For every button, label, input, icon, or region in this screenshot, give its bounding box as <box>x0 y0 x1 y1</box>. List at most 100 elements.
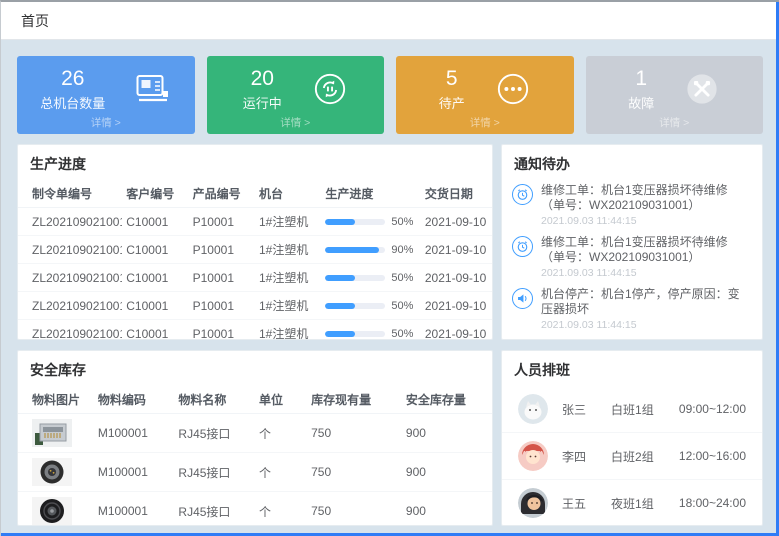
product-no: P10001 <box>189 292 255 320</box>
staff-schedule-panel: 人员排班 张三 白班1组 09:00~12:00 李四 白班2组 12:00~1… <box>501 350 763 526</box>
machine-name: 1#注塑机 <box>255 264 321 292</box>
stock-table: 物料图片 物料编码 物料名称 单位 库存现有量 安全库存量 M100001 <box>18 386 492 526</box>
col-header: 单位 <box>255 386 307 414</box>
circular-connector-photo-image <box>32 458 72 486</box>
col-header: 客户编号 <box>122 180 188 208</box>
table-row[interactable]: M100001 RJ45接口 个 750 900 <box>18 492 492 527</box>
card-label: 故障 <box>628 93 654 112</box>
delivery-date: 2021-09-10 <box>421 236 492 264</box>
schedule-row[interactable]: 李四 白班2组 12:00~16:00 <box>502 433 762 480</box>
alarm-clock-icon <box>512 184 533 205</box>
progress-bar <box>325 247 385 253</box>
page-title[interactable]: 首页 <box>21 11 49 31</box>
progress-bar <box>325 275 385 281</box>
table-row[interactable]: M100001 RJ45接口 个 750 900 <box>18 453 492 492</box>
staff-time: 09:00~12:00 <box>679 402 746 416</box>
card-running[interactable]: 20 运行中 详情 > <box>207 56 385 134</box>
card-fault[interactable]: 1 故障 详情 > <box>586 56 764 134</box>
progress-bar <box>325 219 385 225</box>
card-text: 20 运行中 <box>243 67 282 112</box>
stock-safety: 900 <box>402 414 492 453</box>
staff-shift: 白班1组 <box>611 401 679 418</box>
notice-text: 计划暂停：机台1生产计划已暂停 <box>541 339 716 340</box>
table-row[interactable]: ZL202109021001 C10001 P10001 1#注塑机 50% 2… <box>18 208 492 236</box>
stock-current: 750 <box>307 414 402 453</box>
order-no: ZL202109021001 <box>18 236 122 264</box>
table-row[interactable]: M100001 RJ45接口 个 750 900 <box>18 414 492 453</box>
safety-stock-panel: 安全库存 物料图片 物料编码 物料名称 单位 库存现有量 安全库存量 <box>17 350 493 526</box>
material-name: RJ45接口 <box>174 453 255 492</box>
material-name: RJ45接口 <box>174 414 255 453</box>
notice-time: 2021.09.03 11:44:15 <box>541 319 750 332</box>
delivery-date: 2021-09-10 <box>421 208 492 236</box>
card-detail-link[interactable]: 详情 > <box>17 116 195 130</box>
material-code: M100001 <box>94 453 175 492</box>
material-image-cell <box>18 453 94 492</box>
order-no: ZL202109021001 <box>18 320 122 341</box>
staff-name: 李四 <box>562 448 611 465</box>
card-detail-link[interactable]: 详情 > <box>207 116 385 130</box>
progress-cell: 50% <box>321 264 421 292</box>
col-header: 制令单编号 <box>18 180 122 208</box>
table-row[interactable]: ZL202109021001 C10001 P10001 1#注塑机 90% 2… <box>18 236 492 264</box>
product-no: P10001 <box>189 208 255 236</box>
schedule-row[interactable]: 王五 夜班1组 18:00~24:00 <box>502 480 762 526</box>
card-total-machines[interactable]: 26 总机台数量 详情 > <box>17 56 195 134</box>
customer-no: C10001 <box>122 236 188 264</box>
dashboard-screen: 首页 26 总机台数量 详情 > 20 运行中 <box>0 0 779 536</box>
col-header: 物料名称 <box>174 386 255 414</box>
table-row[interactable]: ZL202109021001 C10001 P10001 1#注塑机 50% 2… <box>18 320 492 341</box>
material-code: M100001 <box>94 414 175 453</box>
material-unit: 个 <box>255 453 307 492</box>
col-header: 物料编码 <box>94 386 175 414</box>
stock-current: 750 <box>307 492 402 527</box>
notice-item[interactable]: 维修工单：机台1变压器损坏待维修（单号：WX202109031001） 2021… <box>502 180 762 232</box>
customer-no: C10001 <box>122 320 188 341</box>
card-value: 20 <box>243 67 282 91</box>
notice-body: 计划暂停：机台1生产计划已暂停 2021.09.03 11:44:15 <box>541 339 716 340</box>
card-value: 5 <box>439 67 465 91</box>
tools-icon <box>684 71 720 107</box>
delivery-date: 2021-09-10 <box>421 292 492 320</box>
customer-no: C10001 <box>122 264 188 292</box>
order-no: ZL202109021001 <box>18 264 122 292</box>
machine-name: 1#注塑机 <box>255 208 321 236</box>
card-label: 总机台数量 <box>40 93 105 112</box>
alarm-clock-icon <box>512 236 533 257</box>
progress-bar <box>325 303 385 309</box>
notice-body: 维修工单：机台1变压器损坏待维修（单号：WX202109031001） 2021… <box>541 235 750 280</box>
notice-item[interactable]: 机台停产：机台1停产，停产原因：变压器损坏 2021.09.03 11:44:1… <box>502 284 762 336</box>
stock-safety: 900 <box>402 453 492 492</box>
col-header: 产品编号 <box>189 180 255 208</box>
card-body: 1 故障 <box>586 61 764 112</box>
card-detail-link[interactable]: 详情 > <box>396 116 574 130</box>
product-no: P10001 <box>189 264 255 292</box>
card-body: 26 总机台数量 <box>17 61 195 112</box>
staff-shift: 白班2组 <box>611 448 679 465</box>
product-no: P10001 <box>189 320 255 341</box>
schedule-row[interactable]: 张三 白班1组 09:00~12:00 <box>502 386 762 433</box>
production-table: 制令单编号 客户编号 产品编号 机台 生产进度 交货日期 ZL202109021… <box>18 180 492 340</box>
staff-name: 王五 <box>562 495 611 512</box>
staff-time: 12:00~16:00 <box>679 449 746 463</box>
notice-item[interactable]: 计划暂停：机台1生产计划已暂停 2021.09.03 11:44:15 <box>502 336 762 340</box>
stock-safety: 900 <box>402 492 492 527</box>
card-detail-link[interactable]: 详情 > <box>586 116 764 130</box>
progress-cell: 50% <box>321 320 421 341</box>
table-header-row: 制令单编号 客户编号 产品编号 机台 生产进度 交货日期 <box>18 180 492 208</box>
material-image-cell <box>18 414 94 453</box>
customer-no: C10001 <box>122 208 188 236</box>
table-row[interactable]: ZL202109021001 C10001 P10001 1#注塑机 50% 2… <box>18 264 492 292</box>
card-value: 26 <box>40 67 105 91</box>
table-row[interactable]: ZL202109021001 C10001 P10001 1#注塑机 50% 2… <box>18 292 492 320</box>
progress-cell: 50% <box>321 208 421 236</box>
progress-label: 90% <box>391 244 413 256</box>
card-text: 5 待产 <box>439 67 465 112</box>
card-label: 待产 <box>439 93 465 112</box>
col-header: 生产进度 <box>321 180 421 208</box>
progress-label: 50% <box>391 216 413 228</box>
notice-text: 维修工单：机台1变压器损坏待维修（单号：WX202109031001） <box>541 183 750 213</box>
progress-label: 50% <box>391 272 413 284</box>
notice-item[interactable]: 维修工单：机台1变压器损坏待维修（单号：WX202109031001） 2021… <box>502 232 762 284</box>
card-waiting[interactable]: 5 待产 详情 > <box>396 56 574 134</box>
